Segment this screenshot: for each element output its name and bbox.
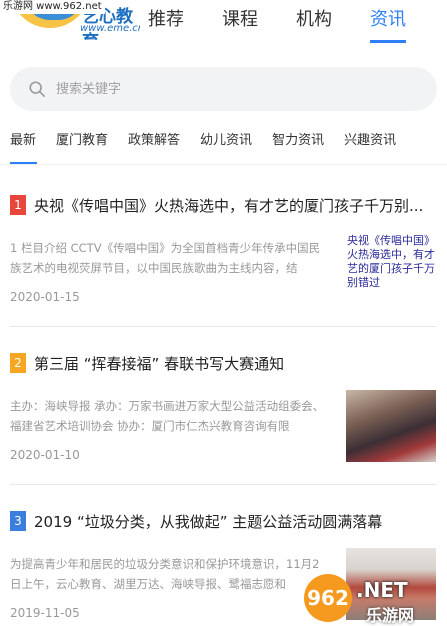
main-nav: 推荐 课程 机构 资讯 — [148, 0, 444, 44]
article-title-row: 2 第三届 “挥春接福” 春联书写大赛通知 — [10, 352, 440, 374]
nav-item-news[interactable]: 资讯 — [370, 0, 406, 44]
article-title[interactable]: 央视《传唱中国》火热海选中，有才艺的厦门孩子千万别... — [34, 195, 423, 216]
article-date: 2020-01-10 — [10, 448, 80, 462]
watermark-net: .NET — [356, 578, 408, 602]
watermark-bottom: 962 .NET 乐游网 — [300, 572, 447, 626]
rank-badge: 1 — [10, 195, 26, 215]
article-title[interactable]: 2019 “垃圾分类，从我做起” 主题公益活动圆满落幕 — [34, 511, 382, 532]
search-icon — [29, 81, 46, 98]
tab-interest[interactable]: 兴趣资讯 — [334, 120, 406, 164]
tab-latest[interactable]: 最新 — [0, 120, 46, 164]
article-summary: 1 栏目介绍 CCTV《传唱中国》为全国首档青少年传承中国民族艺术的电视荧屏节目… — [10, 241, 321, 275]
tab-policy[interactable]: 政策解答 — [118, 120, 190, 164]
tab-preschool[interactable]: 幼儿资讯 — [190, 120, 262, 164]
tab-intelligence[interactable]: 智力资讯 — [262, 120, 334, 164]
article-item[interactable]: 2 第三届 “挥春接福” 春联书写大赛通知 主办：海峡导报 承办：万家书画进万家… — [0, 352, 447, 472]
article-title-row: 1 央视《传唱中国》火热海选中，有才艺的厦门孩子千万别... — [10, 194, 440, 216]
tab-xiamen-education[interactable]: 厦门教育 — [46, 120, 118, 164]
article-date: 2019-11-05 — [10, 606, 80, 620]
article-item[interactable]: 1 央视《传唱中国》火热海选中，有才艺的厦门孩子千万别... 1 栏目介绍 CC… — [0, 194, 447, 314]
thumbnail-photo — [346, 390, 436, 462]
article-summary: 为提高青少年和居民的垃圾分类意识和保护环境意识，11月2日上午，云心教育、湖里万… — [10, 557, 320, 591]
search-bar[interactable] — [10, 67, 437, 111]
watermark-cn: 乐游网 — [366, 606, 415, 625]
search-input[interactable] — [54, 80, 398, 98]
article-thumbnail[interactable]: 央视《传唱中国》火热海选中，有才艺的厦门孩子千万别错过 — [346, 232, 436, 304]
nav-item-institutions[interactable]: 机构 — [296, 0, 332, 44]
logo-url: www.eme.cn — [80, 23, 140, 34]
article-title[interactable]: 第三届 “挥春接福” 春联书写大赛通知 — [34, 353, 284, 374]
article-summary: 主办：海峡导报 承办：万家书画进万家大型公益活动组委会、福建省艺术培训协会 协办… — [10, 399, 325, 433]
divider — [10, 326, 437, 327]
article-title-row: 3 2019 “垃圾分类，从我做起” 主题公益活动圆满落幕 — [10, 510, 440, 532]
rank-badge: 3 — [10, 511, 26, 531]
nav-item-courses[interactable]: 课程 — [222, 0, 258, 44]
nav-item-recommend[interactable]: 推荐 — [148, 0, 184, 44]
watermark-logo: 962 — [304, 574, 352, 622]
watermark-top: 乐游网 www.962.net — [0, 0, 105, 14]
category-tabs: 最新 厦门教育 政策解答 幼儿资讯 智力资讯 兴趣资讯 — [0, 120, 447, 165]
article-thumbnail[interactable] — [346, 390, 436, 462]
thumbnail-caption: 央视《传唱中国》火热海选中，有才艺的厦门孩子千万别错过 — [346, 232, 436, 304]
article-date: 2020-01-15 — [10, 290, 80, 304]
divider — [10, 484, 437, 485]
rank-badge: 2 — [10, 353, 26, 373]
